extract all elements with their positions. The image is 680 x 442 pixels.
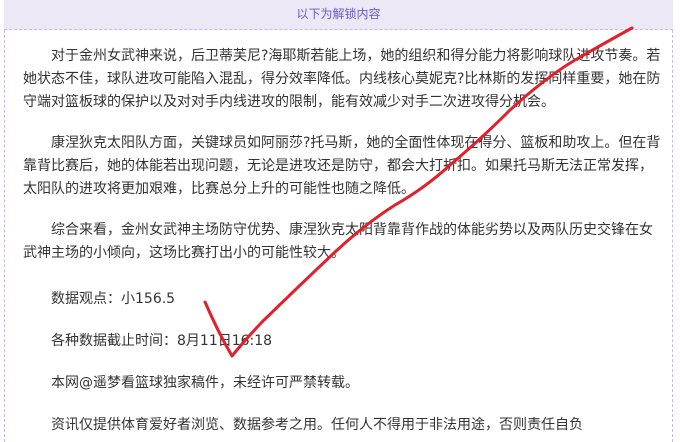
data-view-line: 数据观点：小156.5 (51, 291, 176, 307)
article-paragraph: 对于金州女武神来说，后卫蒂芙尼?海耶斯若能上场，她的组织和得分能力将影响球队进攻… (23, 48, 661, 110)
unlock-content-header: 以下为解锁内容 (4, 0, 673, 30)
copyright-notice: 本网@遥梦看篮球独家稿件，未经许可严禁转载。 (51, 375, 359, 391)
article-paragraph: 综合来看，金州女武神主场防守优势、康涅狄克太阳背靠背作战的体能劣势以及两队历史交… (23, 222, 653, 261)
article-paragraph: 康涅狄克太阳队方面，关键球员如阿丽莎?托马斯，她的全面性体现在得分、篮板和助攻上… (23, 135, 661, 197)
data-cutoff-time: 各种数据截止时间：8月11日16:18 (51, 333, 273, 349)
disclaimer-text: 资讯仅提供体育爱好者浏览、数据参考之用。任何人不得用于非法用途，否则责任自负 (51, 417, 583, 433)
unlock-header-label: 以下为解锁内容 (296, 7, 381, 21)
